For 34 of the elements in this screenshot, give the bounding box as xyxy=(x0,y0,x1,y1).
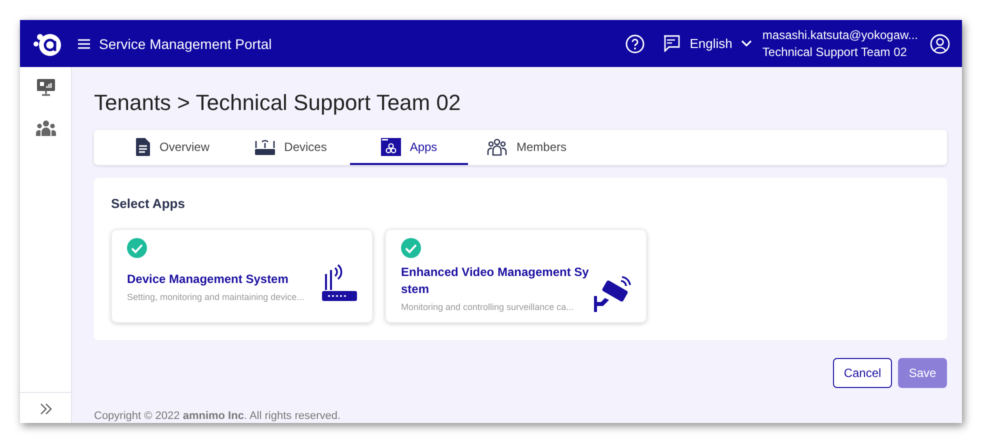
tab[interactable]: Members xyxy=(468,130,586,165)
tab[interactable]: Apps xyxy=(350,130,468,165)
menu-icon[interactable] xyxy=(78,38,90,48)
app-card[interactable]: Device Management System Setting, monitoring and maintaining device... xyxy=(111,229,373,323)
tab[interactable]: Overview xyxy=(114,130,232,165)
double-chevron-right-icon[interactable] xyxy=(40,403,52,415)
camera-icon xyxy=(593,276,631,312)
apps-icon xyxy=(380,138,401,156)
router-icon xyxy=(321,264,357,302)
tab[interactable]: Devices xyxy=(232,130,350,165)
router-icon xyxy=(255,138,276,154)
language-dropdown[interactable]: English xyxy=(686,36,756,51)
section-title: Select Apps xyxy=(111,196,186,211)
app-title: Enhanced Video Management System xyxy=(401,264,589,298)
check-circle-icon[interactable] xyxy=(127,238,147,258)
cancel-button[interactable]: Cancel xyxy=(833,358,892,388)
copyright-text: Copyright © 2022 amnimo Inc. All rights reserved. xyxy=(94,410,342,422)
page-title: Tenants > Technical Support Team 02 xyxy=(94,90,462,116)
user-avatar-icon[interactable] xyxy=(930,34,950,54)
app-title: Service Management Portal xyxy=(99,36,272,52)
app-description: Setting, monitoring and maintaining device... xyxy=(127,292,306,302)
document-icon xyxy=(136,138,150,156)
chat-icon[interactable] xyxy=(662,35,680,52)
people-icon xyxy=(487,138,508,156)
app-description: Monitoring and controlling surveillance ca... xyxy=(401,302,575,312)
user-email: masashi.katsuta@yokogaw... xyxy=(762,28,918,42)
chevron-down-icon xyxy=(741,40,752,47)
help-icon[interactable] xyxy=(624,34,645,54)
app-title: Device Management System xyxy=(127,271,290,288)
app-card[interactable]: Enhanced Video Management System Monitoring and controlling surveillance ca... xyxy=(385,229,647,323)
people-icon[interactable] xyxy=(36,120,56,136)
check-circle-icon[interactable] xyxy=(401,238,421,258)
user-team: Technical Support Team 02 xyxy=(762,44,908,60)
monitor-icon[interactable] xyxy=(36,79,54,96)
